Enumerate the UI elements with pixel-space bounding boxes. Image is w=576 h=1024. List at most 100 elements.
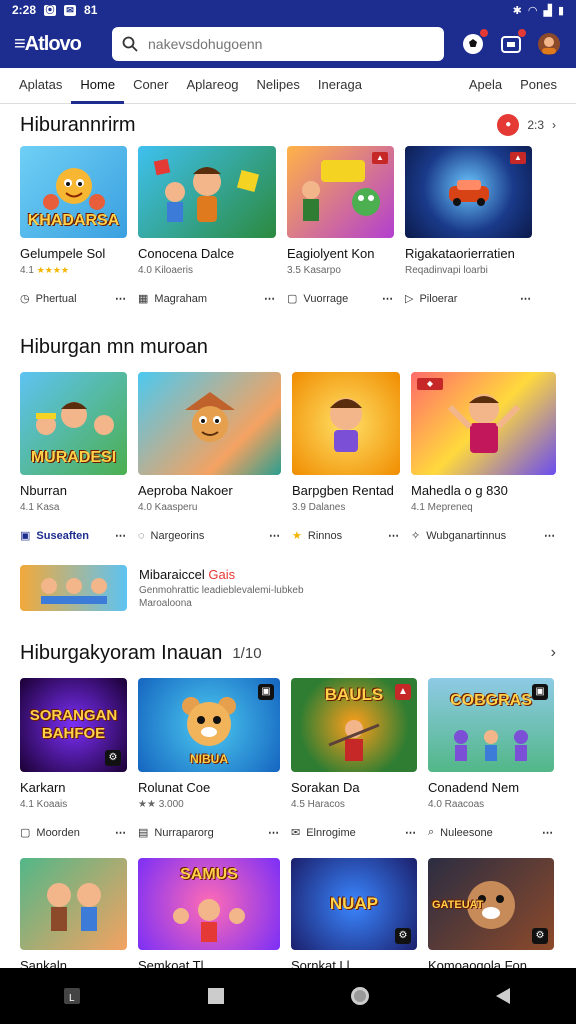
gear-icon: ⚙ (105, 750, 121, 766)
search-bar[interactable] (112, 27, 444, 61)
more-icon[interactable]: ⋯ (268, 826, 280, 839)
character-image (447, 393, 520, 453)
more-icon[interactable]: ⋯ (520, 292, 532, 305)
game-thumbnail[interactable]: BAULS ▲ (291, 678, 417, 772)
tab-nelipes[interactable]: Nelipes (248, 68, 309, 104)
tab-ineraga[interactable]: Ineraga (309, 68, 371, 104)
star-icon: ★ (292, 530, 302, 542)
game-card[interactable]: MURADESI Nburran 4.1 Kasa ▣ Suseaften ⋯ (20, 372, 127, 542)
signal-icon: ▟ (543, 4, 552, 17)
game-rating: 4.1 Mepreneq (411, 502, 473, 513)
promo-card[interactable]: Mibaraiccel Gais Genmohrattic leadieblev… (20, 565, 304, 611)
card-action-label[interactable]: Nuleesone (440, 827, 493, 839)
card-action-label[interactable]: Vuorrage (303, 293, 348, 305)
card-row-1: KHADARSA Gelumpele Sol 4.1 ★★★★ ◷ Phertua… (20, 146, 532, 305)
tab-apela[interactable]: Apela (460, 68, 511, 104)
more-icon[interactable]: ⋯ (544, 529, 556, 542)
more-icon[interactable]: ⋯ (388, 529, 400, 542)
section-3: Hiburgakyoram Inauan 1/10 › (0, 638, 576, 668)
car-image (448, 180, 489, 206)
game-thumbnail[interactable]: GATEUAT ⚙ (428, 858, 554, 950)
game-card[interactable]: ▲ Eagiolyent Kon 3.5 Kasarpo ▢ Vuorrage ⋯ (287, 146, 394, 305)
game-card[interactable]: Aeproba Nakoer 4.0 Kaasperu ◌ Nargeorins ⋯ (138, 372, 281, 542)
game-thumbnail[interactable]: MURADESI (20, 372, 127, 475)
game-card[interactable]: KHADARSA Gelumpele Sol 4.1 ★★★★ ◷ Phertua… (20, 146, 127, 305)
card-action-label[interactable]: Wubganartinnus (426, 530, 506, 542)
game-thumbnail[interactable] (138, 372, 281, 475)
back-nav-icon[interactable] (494, 986, 514, 1006)
game-card[interactable]: Conocena Dalce 4.0 Kiloaeris ▦ Magraham ⋯ (138, 146, 276, 305)
app-drawer-icon[interactable]: L (62, 986, 82, 1006)
tab-aplatas[interactable]: Aplatas (10, 68, 71, 104)
card-action-label[interactable]: Rinnos (308, 530, 342, 542)
search-input[interactable] (148, 36, 418, 52)
profile-button[interactable] (536, 31, 562, 57)
app-logo[interactable]: ≡Atlovo (14, 33, 110, 56)
shield-icon: ◌ (138, 529, 145, 542)
card-action-label[interactable]: Moorden (36, 827, 79, 839)
status-extra: 81 (84, 3, 98, 17)
game-card[interactable]: NUAP ⚙ Sornkat Ll (291, 858, 417, 973)
card-action-label[interactable]: Suseaften (36, 530, 89, 542)
card-action-label[interactable]: Magraham (154, 293, 207, 305)
card-action-label[interactable]: Nargeorins (151, 530, 205, 542)
mail-icon: ✉ (64, 4, 77, 16)
tab-pones[interactable]: Pones (511, 68, 566, 104)
game-thumbnail[interactable] (138, 146, 276, 238)
record-icon[interactable]: ● (497, 114, 520, 136)
game-card[interactable]: COBGRAS ▣ Conadend Nem 4.0 Raacoas ⌕ Nule… (428, 678, 554, 839)
more-icon[interactable]: ⋯ (115, 529, 127, 542)
notification-dot (480, 29, 488, 37)
more-icon[interactable]: ⋯ (269, 529, 281, 542)
game-thumbnail[interactable] (292, 372, 400, 475)
game-rating: 4.0 Raacoas (428, 799, 485, 810)
game-card[interactable]: Barpgben Rentad 3.9 Dalanes ★ Rinnos ⋯ (292, 372, 400, 542)
game-rating: 4.0 Kaasperu (138, 502, 198, 513)
more-icon[interactable]: ⋯ (264, 292, 276, 305)
game-card[interactable]: ▲ Rigakataorierratien Reqadinvapi loarbi… (405, 146, 532, 305)
game-thumbnail[interactable]: ◆ (411, 372, 556, 475)
game-thumbnail[interactable]: KHADARSA (20, 146, 127, 238)
game-thumbnail[interactable]: ▲ (405, 146, 532, 238)
home-nav-icon[interactable] (349, 985, 371, 1007)
game-title: Sorakan Da (291, 780, 360, 795)
character-image (173, 899, 245, 942)
card-action-label[interactable]: Phertual (36, 293, 77, 305)
soccer-button[interactable] (460, 29, 488, 57)
game-title: Karkarn (20, 780, 66, 795)
game-card[interactable]: NIBUA ▣ Rolunat Coe ★★ 3.000 ▤ Nurraparor… (138, 678, 280, 839)
promo-thumbnail[interactable] (20, 565, 127, 611)
more-icon[interactable]: ⋯ (115, 826, 127, 839)
more-icon[interactable]: ⋯ (542, 826, 554, 839)
game-card[interactable]: GATEUAT ⚙ Komoaogola Fon (428, 858, 554, 973)
card-action-label[interactable]: Piloerar (419, 293, 457, 305)
chevron-right-icon[interactable]: › (551, 644, 556, 662)
more-icon[interactable]: ⋯ (115, 292, 127, 305)
game-thumbnail[interactable]: COBGRAS ▣ (428, 678, 554, 772)
game-thumbnail[interactable]: NUAP ⚙ (291, 858, 417, 950)
game-card[interactable]: SAMUS Semkoat Tl (138, 858, 280, 973)
game-title: Mahedla o g 830 (411, 483, 508, 498)
game-thumbnail[interactable] (20, 858, 127, 950)
game-card[interactable]: ◆ Mahedla o g 830 4.1 Mepreneq ✧ Wubganar… (411, 372, 556, 542)
game-thumbnail[interactable]: ▲ (287, 146, 394, 238)
game-card[interactable]: SORANGAN BAHFOE ⚙ Karkarn 4.1 Koaais ▢ Mo… (20, 678, 127, 839)
game-thumbnail[interactable]: NIBUA ▣ (138, 678, 280, 772)
wallet-button[interactable] (498, 29, 526, 57)
game-thumbnail[interactable]: SORANGAN BAHFOE ⚙ (20, 678, 127, 772)
game-title: Nburran (20, 483, 67, 498)
recent-apps-icon[interactable] (207, 987, 225, 1005)
more-icon[interactable]: ⋯ (405, 826, 417, 839)
tab-aplareog[interactable]: Aplareog (177, 68, 247, 104)
game-thumbnail[interactable]: SAMUS (138, 858, 280, 950)
more-icon[interactable]: ⋯ (382, 292, 394, 305)
game-rating: 3.9 Dalanes (292, 502, 346, 513)
card-action-label[interactable]: Nurraparorg (154, 827, 213, 839)
chevron-right-icon[interactable]: › (552, 118, 556, 132)
game-rating: 4.1 Kasa (20, 502, 60, 513)
card-action-label[interactable]: Elnrogime (306, 827, 356, 839)
tab-coner[interactable]: Coner (124, 68, 177, 104)
tab-home[interactable]: Home (71, 68, 125, 104)
game-card[interactable]: BAULS ▲ Sorakan Da 4.5 Haracos ✉ Elnrogim… (291, 678, 417, 839)
game-card[interactable]: Sankaln (20, 858, 127, 973)
